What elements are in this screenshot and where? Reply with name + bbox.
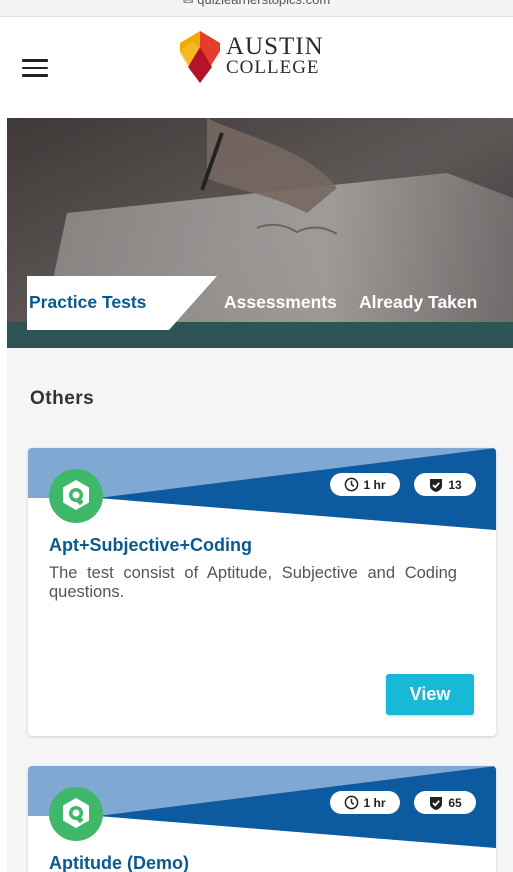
duration-pill: 1 hr — [330, 473, 400, 496]
clock-icon — [345, 477, 359, 492]
shield-check-icon — [430, 478, 443, 492]
url-text: ✉ quizlearnerstopics.com — [0, 0, 513, 8]
shield-check-icon — [430, 796, 443, 810]
quiz-logo-icon — [49, 469, 103, 523]
app-screen: AUSTIN COLLEGE Practice Tests Assessment… — [7, 17, 513, 872]
browser-url-strip: ✉ quizlearnerstopics.com — [0, 0, 513, 17]
logo-line1: AUSTIN — [226, 33, 324, 60]
app-header: AUSTIN COLLEGE — [7, 17, 513, 118]
duration-pill: 1 hr — [330, 791, 400, 814]
duration-text: 1 hr — [363, 795, 386, 810]
hamburger-menu-icon[interactable] — [22, 59, 48, 77]
clock-icon — [345, 795, 359, 810]
duration-text: 1 hr — [363, 477, 386, 492]
test-card: 1 hr 13 Apt+Subjective+Coding The test c… — [28, 448, 496, 736]
tab-strip-shape — [7, 276, 513, 348]
view-button[interactable]: View — [386, 674, 474, 715]
tab-assessments[interactable]: Assessments — [224, 292, 337, 313]
test-title[interactable]: Aptitude (Demo) — [49, 853, 189, 872]
test-description: The test consist of Aptitude, Subjective… — [49, 564, 457, 601]
logo-wordmark: AUSTIN COLLEGE — [226, 33, 324, 78]
test-card: 1 hr 65 Aptitude (Demo) — [28, 766, 496, 872]
logo-emblem-icon — [180, 31, 220, 83]
tab-practice-tests[interactable]: Practice Tests — [29, 292, 146, 313]
question-count-text: 65 — [448, 795, 462, 810]
tab-already-taken[interactable]: Already Taken — [359, 292, 477, 313]
test-title[interactable]: Apt+Subjective+Coding — [49, 535, 252, 556]
hero-banner: Practice Tests Assessments Already Taken — [7, 118, 513, 348]
question-count-pill: 65 — [414, 791, 476, 814]
section-title: Others — [30, 388, 95, 409]
quiz-logo-icon — [49, 787, 103, 841]
logo-line2: COLLEGE — [226, 57, 320, 78]
austin-college-logo[interactable]: AUSTIN COLLEGE — [180, 31, 324, 83]
question-count-text: 13 — [448, 477, 462, 492]
question-count-pill: 13 — [414, 473, 476, 496]
